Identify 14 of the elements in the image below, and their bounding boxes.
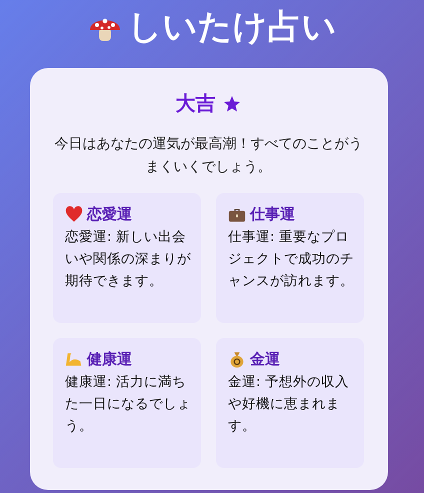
category-description: 恋愛運: 新しい出会いや関係の深まりが期待できます。 <box>65 228 191 291</box>
fortune-message: 今日はあなたの運気が最高潮！すべてのことがうまくいくでしょう。 <box>54 135 364 177</box>
sparkle-star-icon <box>222 94 242 114</box>
category-description: 仕事運: 重要なプロジェクトで成功のチャンスが訪れます。 <box>228 228 354 291</box>
briefcase-icon <box>228 206 246 223</box>
heart-icon <box>65 206 83 223</box>
category-description: 健康運: 活力に満ちた一日になるでしょう。 <box>65 373 191 436</box>
category-heading: 仕事運 <box>250 205 295 224</box>
category-heading: 金運 <box>250 350 280 369</box>
category-description: 金運: 予想外の収入や好機に恵まれます。 <box>228 373 350 436</box>
category-heading: 恋愛運 <box>87 205 132 224</box>
category-heading: 健康運 <box>87 350 132 369</box>
fortune-rank: 大吉 <box>176 90 216 117</box>
app-title: しいたけ占い <box>128 6 336 49</box>
